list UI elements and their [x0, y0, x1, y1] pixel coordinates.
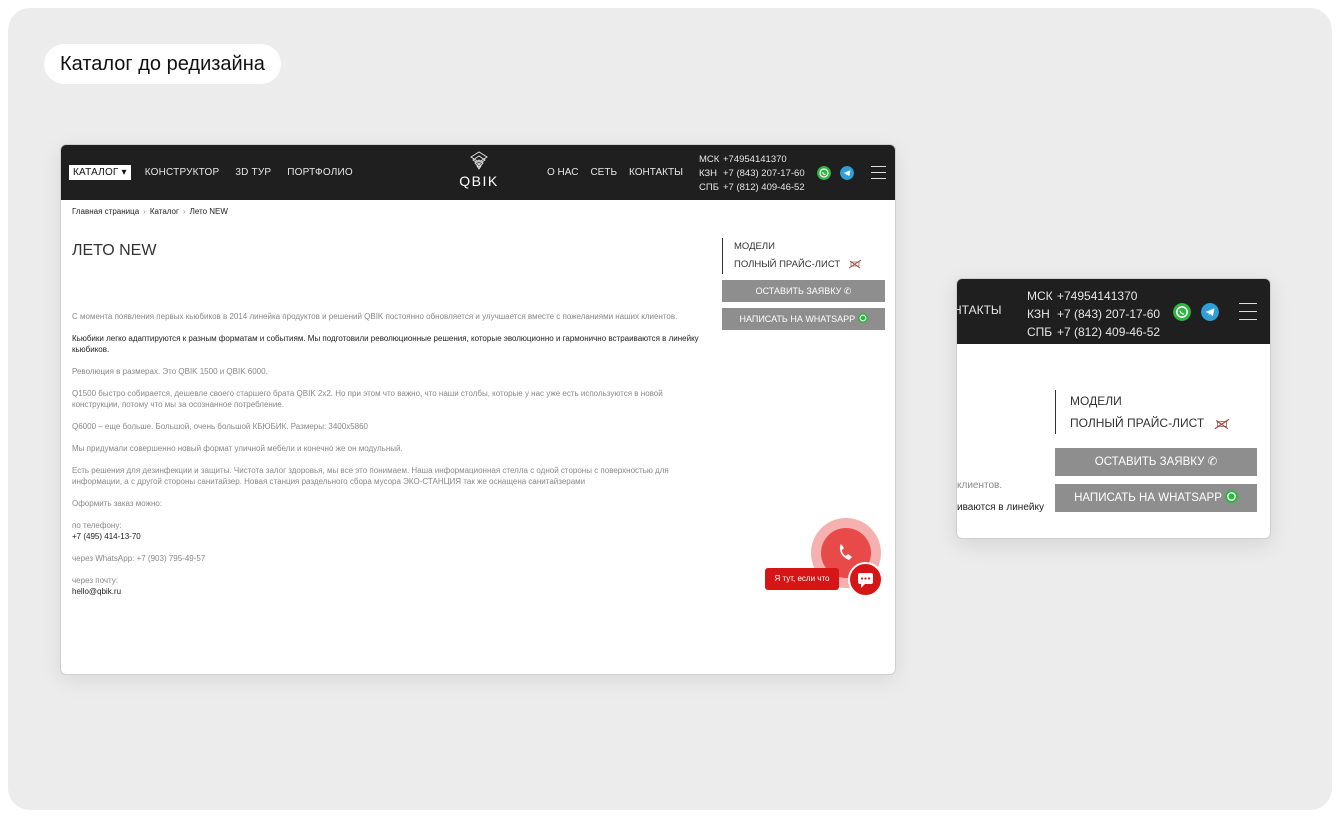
zoomed-sidebar: МОДЕЛИ ПОЛНЫЙ ПРАЙС-ЛИСТ ОСТАВИТЬ ЗАЯВКУ… — [1055, 390, 1258, 512]
text-fragment: клиентов. — [957, 480, 1003, 491]
logo-text: QBIK — [459, 173, 499, 189]
sidebar-item-price-list[interactable]: ПОЛНЫЙ ПРАЙС-ЛИСТ — [1070, 412, 1258, 434]
qbik-logo[interactable]: QBIK — [457, 151, 501, 193]
zoomed-header: НТАКТЫ МСК +74954141370 КЗН +7 (843) 207-1… — [957, 279, 1270, 344]
sidebar-item-models[interactable]: МОДЕЛИ — [1070, 390, 1258, 412]
breadcrumb-current: Лето NEW — [189, 207, 228, 216]
sidebar-item-price-list[interactable]: ПОЛНЫЙ ПРАЙС-ЛИСТ — [734, 256, 886, 274]
phone-kzn[interactable]: КЗН +7 (843) 207-17-60 — [1027, 305, 1160, 323]
phone-msk[interactable]: МСК +74954141370 — [1027, 287, 1160, 305]
nav-contacts-fragment[interactable]: НТАКТЫ — [957, 303, 1002, 317]
sidebar-menu: МОДЕЛИ ПОЛНЫЙ ПРАЙС-ЛИСТ — [1055, 390, 1258, 434]
chat-tooltip: Я тут, если что — [765, 568, 839, 590]
breadcrumb: Главная страница › Каталог › Лето NEW — [72, 207, 228, 216]
paragraph: Мы придумали совершенно новый формат ули… — [72, 444, 403, 453]
paragraph: Кьюбики легко адаптируются к разным форм… — [72, 334, 699, 354]
contact-email[interactable]: hello@qbik.ru — [72, 587, 121, 596]
phone-msk[interactable]: МСК +74954141370 — [699, 153, 805, 167]
telegram-icon[interactable] — [840, 166, 854, 180]
phone-list: МСК +74954141370 КЗН +7 (843) 207-17-60 СП… — [1027, 287, 1160, 341]
nav-about[interactable]: О НАС — [541, 167, 584, 178]
request-button[interactable]: ОСТАВИТЬ ЗАЯВКУ ✆ — [722, 280, 885, 302]
contact-phone[interactable]: +7 (495) 414-13-70 — [72, 532, 141, 541]
nav-contacts[interactable]: КОНТАКТЫ — [623, 167, 689, 178]
breadcrumb-catalog[interactable]: Каталог — [150, 207, 179, 216]
request-button[interactable]: ОСТАВИТЬ ЗАЯВКУ ✆ — [1055, 448, 1257, 476]
phone-icon: ✆ — [843, 286, 852, 296]
page-title: ЛЕТО NEW — [72, 242, 157, 259]
whatsapp-icon[interactable] — [1173, 303, 1191, 321]
whatsapp-icon — [857, 313, 868, 323]
zoomed-detail-screenshot: НТАКТЫ МСК +74954141370 КЗН +7 (843) 207-1… — [956, 278, 1271, 539]
sidebar-menu: МОДЕЛИ ПОЛНЫЙ ПРАЙС-ЛИСТ — [722, 238, 886, 274]
presentation-canvas: Каталог до редизайна КАТАЛОГ ▾ КОНСТРУКТ… — [8, 8, 1332, 810]
nav-network[interactable]: СЕТЬ — [584, 167, 623, 178]
description-text: С момента появления первых кьюбиков в 20… — [72, 311, 712, 608]
pdf-file-icon — [1214, 418, 1229, 429]
paragraph: Революция в размерах. Это QBIK 1500 и QB… — [72, 367, 268, 376]
whatsapp-button[interactable]: НАПИСАТЬ НА WHATSAPP — [1055, 484, 1257, 512]
chat-icon — [858, 573, 873, 588]
paragraph: Есть решения для дезинфекции и защиты. Ч… — [72, 466, 669, 486]
telegram-icon[interactable] — [1201, 303, 1219, 321]
site-header: КАТАЛОГ ▾ КОНСТРУКТОР 3D ТУР ПОРТФОЛИО Q… — [61, 145, 895, 200]
sidebar-item-models[interactable]: МОДЕЛИ — [734, 238, 886, 256]
nav-portfolio[interactable]: ПОРТФОЛИО — [279, 167, 361, 178]
burger-menu-icon[interactable] — [1239, 303, 1257, 320]
main-nav-right: О НАС СЕТЬ КОНТАКТЫ — [541, 145, 689, 200]
paragraph: Q6000 – еще больше. Большой, очень больш… — [72, 422, 369, 431]
phone-icon: ✆ — [1207, 456, 1218, 468]
whatsapp-contact: через WhatsApp: +7 (903) 795-49-57 — [72, 554, 206, 563]
nav-3d-tour[interactable]: 3D ТУР — [227, 167, 279, 178]
slide-label: Каталог до редизайна — [44, 44, 281, 84]
paragraph: С момента появления первых кьюбиков в 20… — [72, 312, 678, 321]
paragraph: Q1500 быстро собирается, дешевле своего … — [72, 389, 663, 409]
phone-list: МСК +74954141370 КЗН +7 (843) 207-17-60 СП… — [699, 153, 805, 195]
phone-kzn[interactable]: КЗН +7 (843) 207-17-60 — [699, 167, 805, 181]
pdf-file-icon — [848, 260, 862, 269]
whatsapp-button[interactable]: НАПИСАТЬ НА WHATSAPP — [722, 308, 885, 330]
catalog-page-screenshot: КАТАЛОГ ▾ КОНСТРУКТОР 3D ТУР ПОРТФОЛИО Q… — [60, 144, 896, 675]
email-label: через почту: — [72, 576, 118, 585]
main-nav-left: КАТАЛОГ ▾ КОНСТРУКТОР 3D ТУР ПОРТФОЛИО — [69, 145, 361, 200]
whatsapp-icon — [1224, 490, 1238, 503]
phone-spb[interactable]: СПБ +7 (812) 409-46-52 — [699, 181, 805, 195]
chat-button[interactable] — [848, 562, 883, 597]
paragraph: Оформить заказ можно: — [72, 499, 163, 508]
text-fragment: иваются в линейку — [957, 502, 1044, 513]
whatsapp-icon[interactable] — [817, 166, 831, 180]
phone-spb[interactable]: СПБ +7 (812) 409-46-52 — [1027, 323, 1160, 341]
breadcrumb-home[interactable]: Главная страница — [72, 207, 139, 216]
nav-catalog[interactable]: КАТАЛОГ ▾ — [69, 165, 131, 180]
qbik-logo-mark-icon — [470, 151, 488, 170]
nav-constructor[interactable]: КОНСТРУКТОР — [137, 167, 228, 178]
burger-menu-icon[interactable] — [871, 166, 886, 179]
phone-label: по телефону: — [72, 521, 122, 530]
sidebar: МОДЕЛИ ПОЛНЫЙ ПРАЙС-ЛИСТ ОСТАВИТЬ ЗАЯВКУ… — [722, 238, 886, 330]
